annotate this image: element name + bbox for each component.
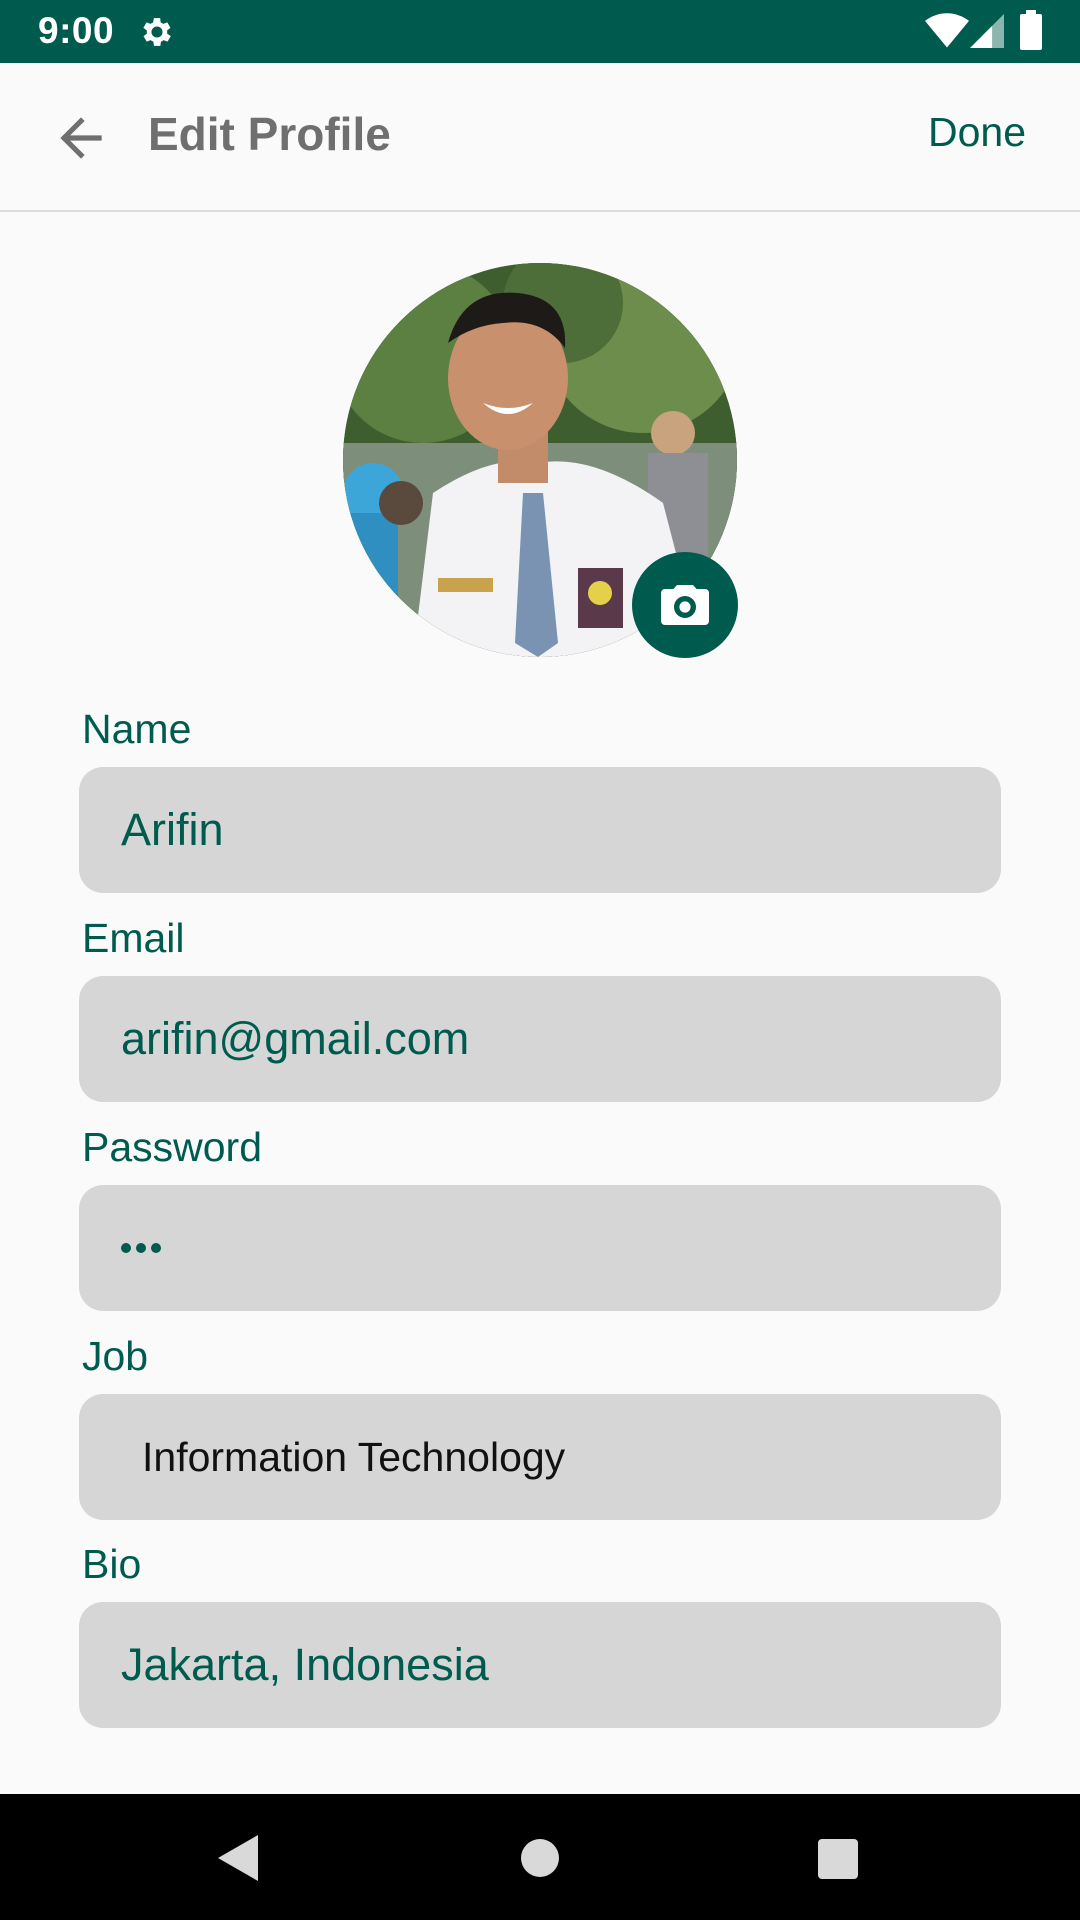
back-triangle-icon[interactable] [218, 1835, 258, 1881]
recents-square-icon[interactable] [818, 1839, 858, 1879]
page-title: Edit Profile [148, 108, 391, 160]
status-time: 9:00 [38, 10, 115, 51]
bio-label: Bio [82, 1541, 142, 1587]
email-field[interactable]: arifin@gmail.com [79, 976, 1001, 1102]
password-masked-value [79, 1243, 161, 1253]
email-label: Email [82, 915, 185, 961]
camera-icon [661, 585, 709, 625]
email-value: arifin@gmail.com [121, 1013, 470, 1064]
password-label: Password [82, 1124, 263, 1170]
job-field[interactable]: Information Technology [79, 1394, 1001, 1520]
change-photo-button[interactable] [632, 552, 738, 658]
bio-value: Jakarta, Indonesia [121, 1639, 489, 1690]
wifi-icon [925, 13, 969, 48]
status-bar: 9:00 [0, 0, 1080, 63]
name-value: Arifin [121, 804, 224, 855]
signal-icon [970, 14, 1004, 48]
app-bar: Edit Profile Done [0, 63, 1080, 212]
bio-field[interactable]: Jakarta, Indonesia [79, 1602, 1001, 1728]
system-nav-bar [0, 1794, 1080, 1920]
job-label: Job [82, 1333, 149, 1379]
name-field[interactable]: Arifin [79, 767, 1001, 893]
name-label: Name [82, 706, 192, 752]
password-field[interactable] [79, 1185, 1001, 1311]
gear-icon [143, 18, 171, 46]
arrow-left-icon[interactable] [50, 107, 112, 169]
battery-icon [1020, 10, 1042, 50]
home-circle-icon[interactable] [521, 1839, 559, 1877]
job-value: Information Technology [142, 1433, 566, 1480]
done-button[interactable]: Done [928, 109, 1026, 156]
